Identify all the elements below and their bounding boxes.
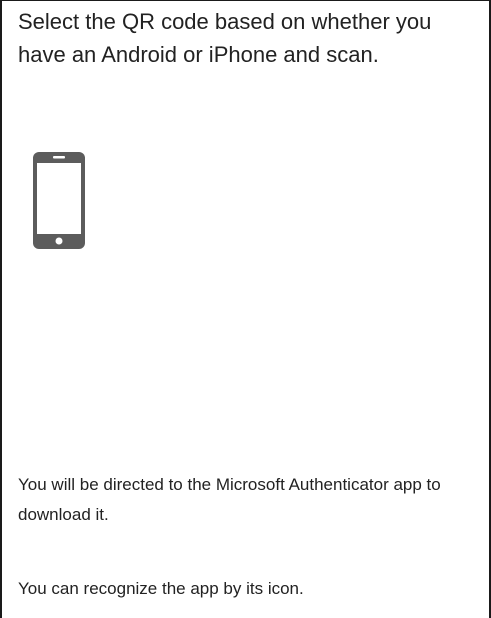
smartphone-icon bbox=[33, 152, 85, 249]
recognize-note: You can recognize the app by its icon. bbox=[18, 579, 304, 598]
instruction-heading: Select the QR code based on whether you … bbox=[18, 9, 432, 67]
direction-note: You will be directed to the Microsoft Au… bbox=[18, 475, 441, 524]
instruction-cell: Select the QR code based on whether you … bbox=[0, 0, 491, 618]
